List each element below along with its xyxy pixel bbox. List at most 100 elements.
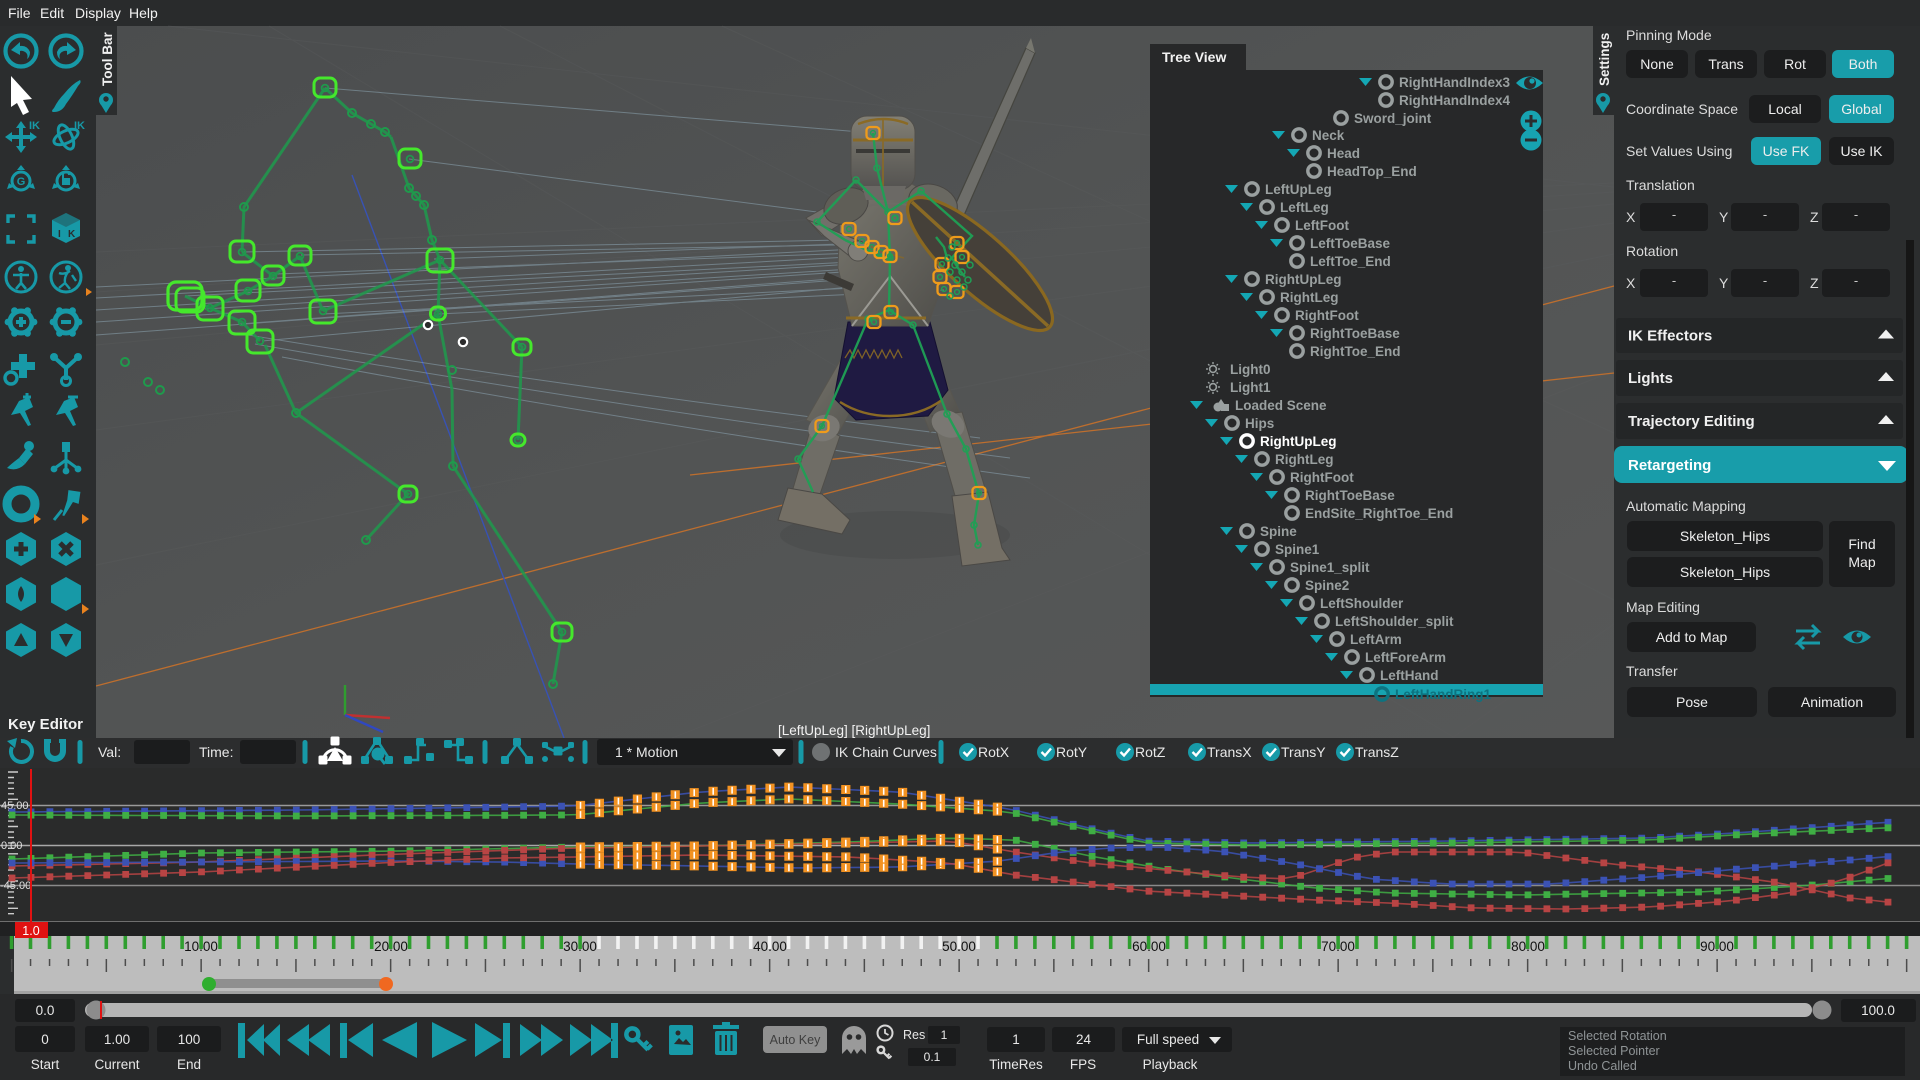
svg-text:20.00: 20.00 — [374, 939, 408, 954]
svg-text:-: - — [1854, 207, 1858, 222]
svg-text:LeftUpLeg: LeftUpLeg — [1265, 182, 1332, 197]
svg-text:IK: IK — [74, 120, 85, 132]
svg-text:Global: Global — [1841, 101, 1881, 117]
svg-text:Auto Key: Auto Key — [770, 1033, 821, 1047]
svg-text:Neck: Neck — [1312, 128, 1345, 143]
svg-text:LeftForeArm: LeftForeArm — [1365, 650, 1446, 665]
svg-text:Set Values Using: Set Values Using — [1626, 143, 1732, 159]
svg-text:Automatic Mapping: Automatic Mapping — [1626, 498, 1746, 514]
svg-text:LeftToe_End: LeftToe_End — [1310, 254, 1391, 269]
svg-text:50.00: 50.00 — [942, 939, 976, 954]
svg-text:X: X — [1626, 275, 1636, 291]
svg-text:K: K — [68, 229, 76, 240]
svg-text:LeftHand: LeftHand — [1380, 668, 1439, 683]
svg-text:RightFoot: RightFoot — [1295, 308, 1359, 323]
svg-text:Playback: Playback — [1143, 1057, 1198, 1072]
svg-text:40.00: 40.00 — [753, 939, 787, 954]
svg-text:Light0: Light0 — [1230, 362, 1271, 377]
svg-text:Start: Start — [31, 1057, 60, 1072]
svg-text:LeftShoulder_split: LeftShoulder_split — [1335, 614, 1454, 629]
svg-text:RotX: RotX — [978, 744, 1010, 760]
svg-text:End: End — [177, 1057, 201, 1072]
svg-text:File: File — [8, 5, 31, 21]
svg-text:Skeleton_Hips: Skeleton_Hips — [1680, 528, 1770, 544]
svg-text:LeftLeg: LeftLeg — [1280, 200, 1329, 215]
svg-text:1: 1 — [941, 1028, 948, 1042]
svg-text:RotZ: RotZ — [1135, 744, 1166, 760]
svg-text:Translation: Translation — [1626, 177, 1695, 193]
svg-text:Help: Help — [129, 5, 158, 21]
svg-text:Lights: Lights — [1628, 370, 1673, 387]
svg-text:-: - — [1854, 273, 1858, 288]
svg-text:RightToeBase: RightToeBase — [1310, 326, 1400, 341]
svg-text:Hips: Hips — [1245, 416, 1274, 431]
svg-text:Add to Map: Add to Map — [1656, 629, 1728, 645]
svg-text:Y: Y — [1719, 275, 1729, 291]
svg-text:RightToe_End: RightToe_End — [1310, 344, 1401, 359]
svg-text:Tree View: Tree View — [1162, 49, 1226, 65]
svg-text:Map Editing: Map Editing — [1626, 599, 1700, 615]
svg-text:90.00: 90.00 — [1700, 939, 1734, 954]
svg-text:10.00: 10.00 — [184, 939, 218, 954]
svg-text:1: 1 — [1012, 1032, 1020, 1047]
svg-text:-: - — [1763, 207, 1767, 222]
svg-text:30.00: 30.00 — [563, 939, 597, 954]
svg-text:IK: IK — [29, 120, 40, 132]
svg-text:[LeftUpLeg] [RightUpLeg]: [LeftUpLeg] [RightUpLeg] — [778, 723, 930, 738]
svg-text:Settings: Settings — [1597, 33, 1612, 86]
svg-text:Coordinate Space: Coordinate Space — [1626, 101, 1738, 117]
svg-text:Time:: Time: — [199, 744, 233, 760]
svg-text:Edit: Edit — [40, 5, 64, 21]
svg-text:-: - — [1763, 273, 1767, 288]
svg-text:Z: Z — [1810, 275, 1819, 291]
svg-text:Both: Both — [1849, 56, 1878, 72]
svg-text:Tool Bar: Tool Bar — [100, 32, 115, 86]
svg-text:1.00: 1.00 — [104, 1032, 130, 1047]
svg-text:FPS: FPS — [1070, 1057, 1096, 1072]
svg-text:Skeleton_Hips: Skeleton_Hips — [1680, 564, 1770, 580]
svg-text:-: - — [1672, 207, 1676, 222]
svg-text:Find: Find — [1848, 536, 1875, 552]
svg-text:LeftToeBase: LeftToeBase — [1310, 236, 1391, 251]
svg-text:80.00: 80.00 — [1511, 939, 1545, 954]
svg-text:24: 24 — [1076, 1032, 1092, 1047]
svg-text:0.00: 0.00 — [1, 840, 22, 852]
svg-text:Res: Res — [903, 1028, 925, 1042]
svg-text:TransY: TransY — [1281, 744, 1326, 760]
svg-text:Key Editor: Key Editor — [8, 716, 83, 733]
svg-text:RightLeg: RightLeg — [1280, 290, 1339, 305]
svg-text:RightHandIndex4: RightHandIndex4 — [1399, 93, 1510, 108]
svg-text:RightUpLeg: RightUpLeg — [1265, 272, 1342, 287]
svg-text:0.1: 0.1 — [924, 1050, 941, 1064]
svg-text:0: 0 — [41, 1032, 49, 1047]
svg-text:TransZ: TransZ — [1355, 744, 1399, 760]
svg-text:Transfer: Transfer — [1626, 663, 1678, 679]
svg-text:I: I — [58, 229, 61, 240]
svg-text:Display: Display — [75, 5, 121, 21]
svg-text:100: 100 — [178, 1032, 201, 1047]
svg-text:Rotation: Rotation — [1626, 243, 1678, 259]
svg-text:Use FK: Use FK — [1763, 143, 1810, 159]
svg-text:Spine1: Spine1 — [1275, 542, 1320, 557]
svg-text:LeftFoot: LeftFoot — [1295, 218, 1349, 233]
svg-text:LeftHandRing1: LeftHandRing1 — [1395, 687, 1491, 702]
svg-text:Spine2: Spine2 — [1305, 578, 1349, 593]
svg-text:LeftShoulder: LeftShoulder — [1320, 596, 1404, 611]
svg-text:100.0: 100.0 — [1861, 1003, 1895, 1018]
svg-text:Y: Y — [1719, 209, 1729, 225]
svg-text:RightFoot: RightFoot — [1290, 470, 1354, 485]
svg-text:Z: Z — [1810, 209, 1819, 225]
svg-text:G: G — [17, 176, 26, 188]
svg-text:-45.00: -45.00 — [0, 880, 31, 892]
svg-text:Use IK: Use IK — [1840, 143, 1883, 159]
svg-text:Loaded Scene: Loaded Scene — [1235, 398, 1327, 413]
svg-text:70.00: 70.00 — [1321, 939, 1355, 954]
svg-text:Selected Pointer: Selected Pointer — [1568, 1044, 1660, 1058]
svg-text:Pinning Mode: Pinning Mode — [1626, 27, 1712, 43]
svg-text:HeadTop_End: HeadTop_End — [1327, 164, 1417, 179]
svg-text:Full speed: Full speed — [1137, 1032, 1199, 1047]
svg-text:Selected Rotation: Selected Rotation — [1568, 1029, 1667, 1043]
svg-text:1.0: 1.0 — [22, 924, 39, 938]
svg-text:Val:: Val: — [98, 744, 121, 760]
svg-text:Current: Current — [94, 1057, 139, 1072]
